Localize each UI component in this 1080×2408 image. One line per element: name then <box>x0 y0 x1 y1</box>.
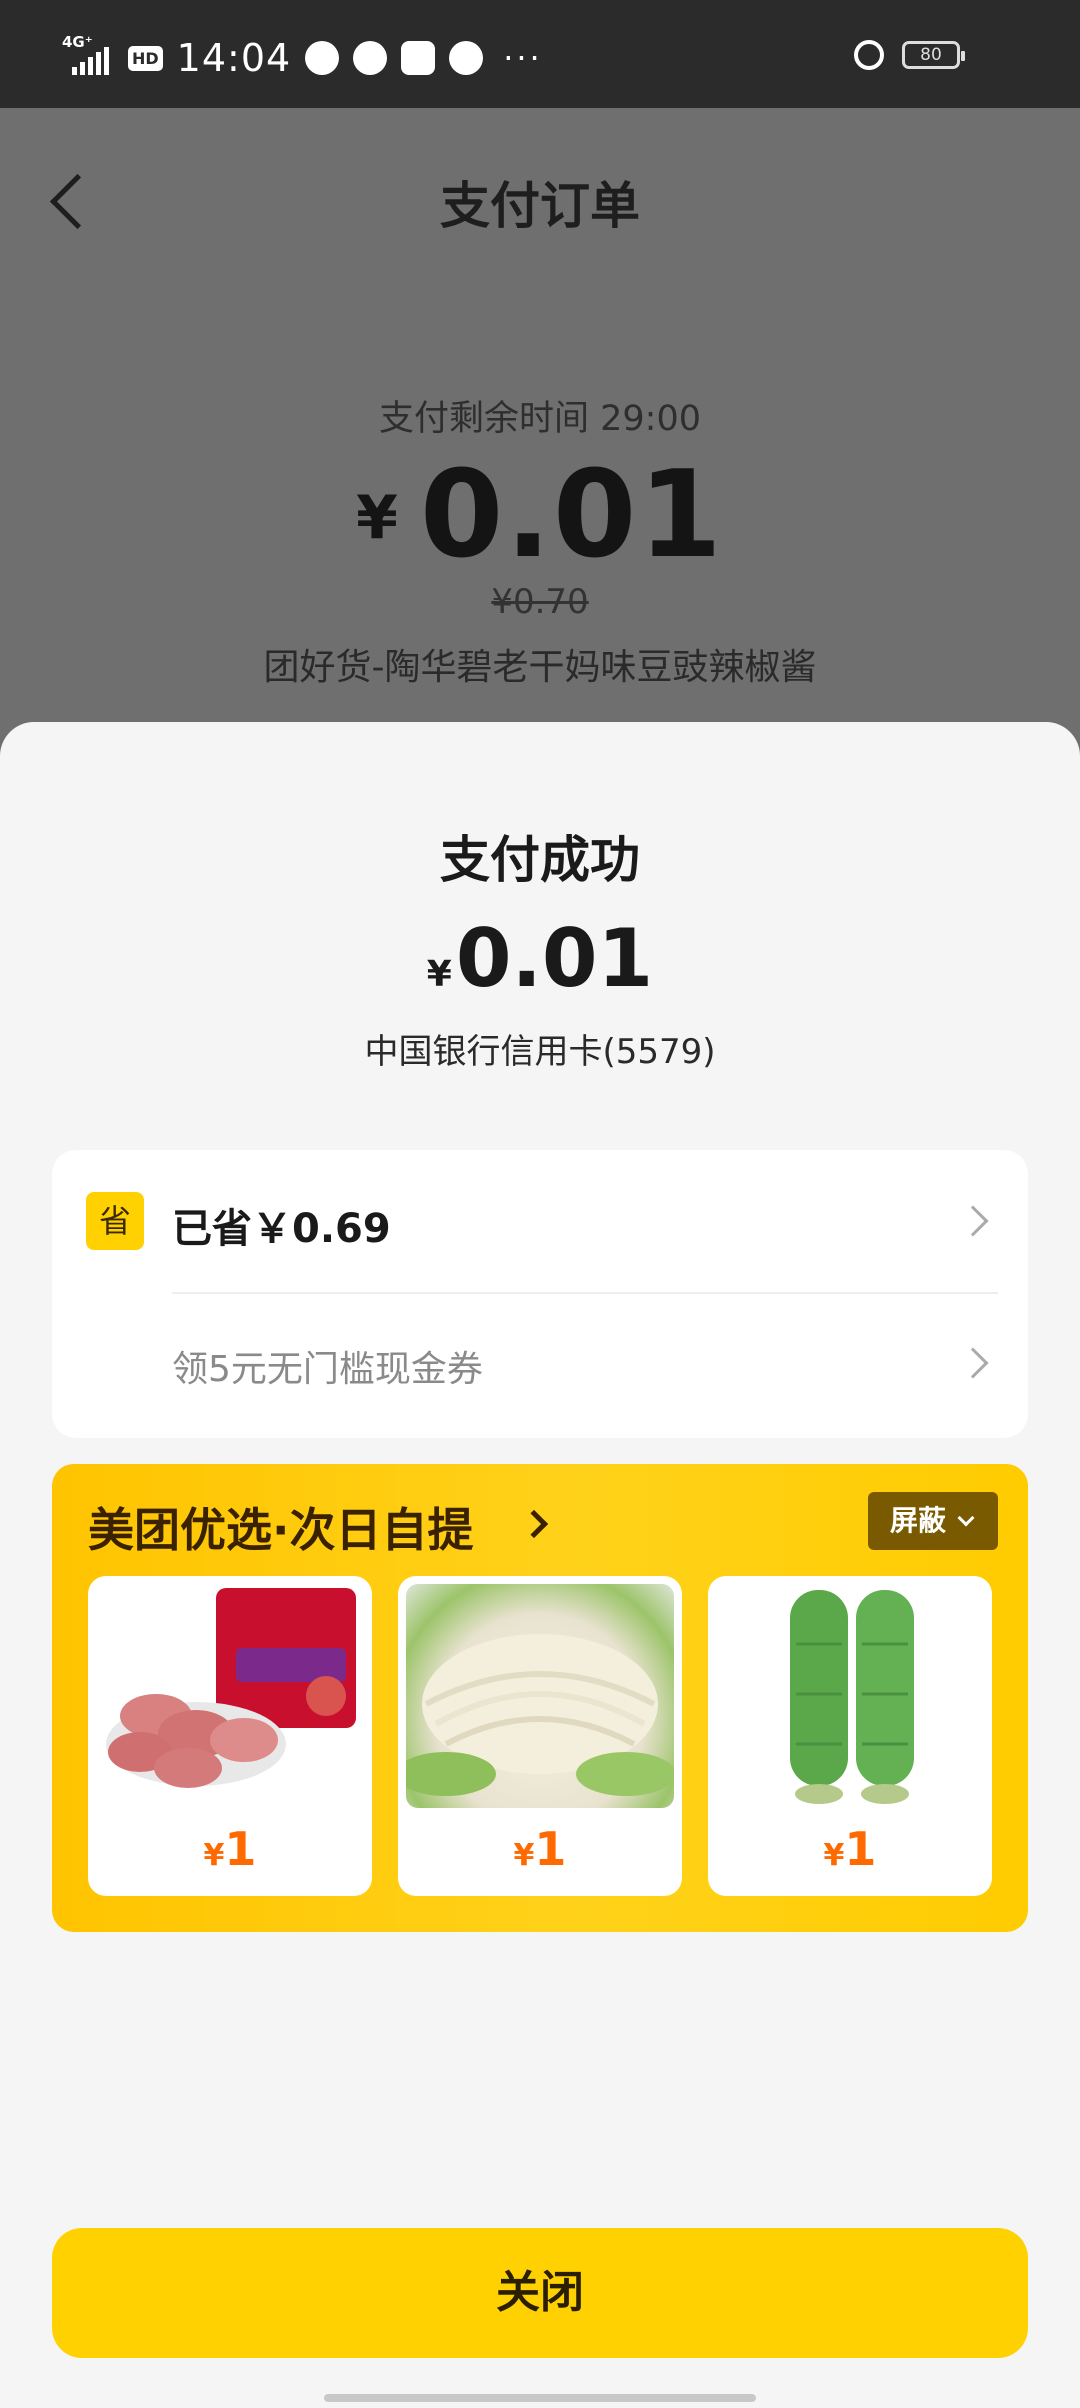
signal-icon: 4G⁺ <box>62 33 114 75</box>
hawthorn-slices-image <box>96 1584 364 1808</box>
chevron-right-icon <box>957 1347 989 1379</box>
price-value: 1 <box>534 1822 567 1876</box>
alarm-icon <box>854 40 884 70</box>
close-button[interactable]: 关闭 <box>52 2228 1028 2358</box>
chevron-down-icon <box>957 1509 975 1527</box>
clock-time: 14:04 <box>176 36 292 80</box>
mail-icon <box>401 41 436 75</box>
chevron-right-icon <box>957 1205 989 1237</box>
status-bar-right: 80 <box>854 40 965 70</box>
currency-symbol: ¥ <box>426 954 452 995</box>
status-bar-left: 4G⁺ HD 14:04 ··· <box>62 33 543 80</box>
currency-symbol: ¥ <box>823 1838 845 1873</box>
hd-icon: HD <box>128 45 163 71</box>
promo-title[interactable]: 美团优选·次日自提 <box>88 1494 473 1560</box>
paid-amount: ¥0.01 <box>0 912 1080 1005</box>
chevron-right-icon[interactable] <box>519 1509 549 1539</box>
promo-item-price: ¥1 <box>88 1822 372 1876</box>
order-amount: ¥0.01 <box>0 446 1080 585</box>
currency-symbol: ¥ <box>203 1838 225 1873</box>
promo-item-price: ¥1 <box>398 1822 682 1876</box>
enoki-mushroom-image <box>406 1584 674 1808</box>
block-button[interactable]: 屏蔽 <box>868 1492 998 1550</box>
page-title: 支付订单 <box>440 177 640 235</box>
battery-icon: 80 <box>902 41 965 69</box>
amount-value: 0.01 <box>455 912 654 1005</box>
home-indicator[interactable] <box>324 2394 756 2402</box>
original-price: ¥0.70 <box>491 582 589 622</box>
promo-item-hawthorn[interactable]: ¥1 <box>88 1576 372 1896</box>
payment-remaining-time: 支付剩余时间 29:00 <box>379 399 701 439</box>
coupon-text: 领5元无门槛现金券 <box>172 1349 483 1390</box>
coupon-row[interactable]: 领5元无门槛现金券 <box>52 1294 1028 1438</box>
message-icon <box>353 41 388 75</box>
promo-item-enoki[interactable]: ¥1 <box>398 1576 682 1896</box>
payment-success-sheet: 支付成功 ¥0.01 中国银行信用卡(5579) 省 已省￥0.69 领5元无门… <box>0 722 1080 2408</box>
status-bar: 4G⁺ HD 14:04 ··· 80 <box>0 0 1080 108</box>
savings-card: 省 已省￥0.69 领5元无门槛现金券 <box>52 1150 1028 1438</box>
block-label: 屏蔽 <box>890 1504 947 1537</box>
promo-item-price: ¥1 <box>708 1822 992 1876</box>
promo-item-loofah[interactable]: ¥1 <box>708 1576 992 1896</box>
payment-card: 中国银行信用卡(5579) <box>364 1032 716 1072</box>
savings-row[interactable]: 省 已省￥0.69 <box>52 1150 1028 1292</box>
wechat-icon <box>305 41 340 75</box>
currency-symbol: ¥ <box>513 1838 535 1873</box>
savings-text: 已省￥0.69 <box>172 1206 391 1252</box>
more-notifications-icon: ··· <box>503 39 543 77</box>
savings-badge-icon: 省 <box>86 1192 144 1250</box>
price-value: 1 <box>224 1822 257 1876</box>
meituan-youxuan-promo: 美团优选·次日自提 屏蔽 ¥1 ¥1 ¥1 <box>52 1464 1028 1932</box>
success-title: 支付成功 <box>440 831 640 889</box>
product-name: 团好货-陶华碧老干妈味豆豉辣椒酱 <box>263 647 817 688</box>
loofah-image <box>716 1584 984 1808</box>
price-value: 1 <box>844 1822 877 1876</box>
bank-app-icon <box>449 41 484 75</box>
amount-value: 0.01 <box>419 446 724 585</box>
currency-symbol: ¥ <box>356 483 398 553</box>
